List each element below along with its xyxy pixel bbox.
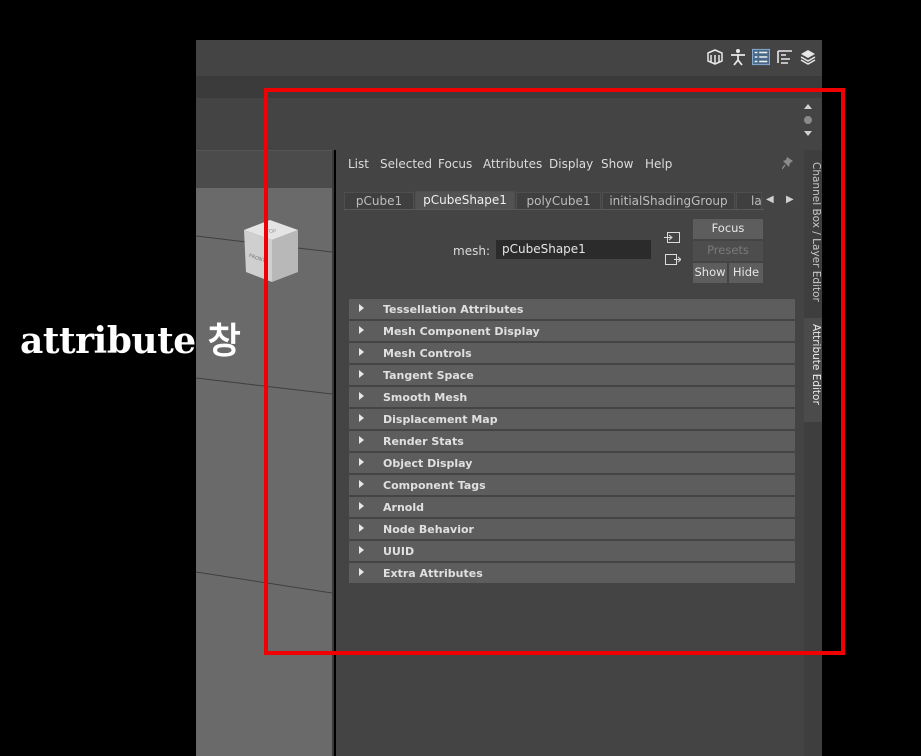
- highlight-box: [264, 88, 845, 655]
- annotation-caption: attribute 창: [20, 320, 241, 362]
- tool-settings-icon[interactable]: [776, 48, 794, 66]
- modeling-toolkit-icon[interactable]: [706, 48, 724, 66]
- human-ik-icon[interactable]: [729, 48, 747, 66]
- channel-box-icon[interactable]: [799, 48, 817, 66]
- attribute-editor-toggle-icon[interactable]: [752, 48, 770, 66]
